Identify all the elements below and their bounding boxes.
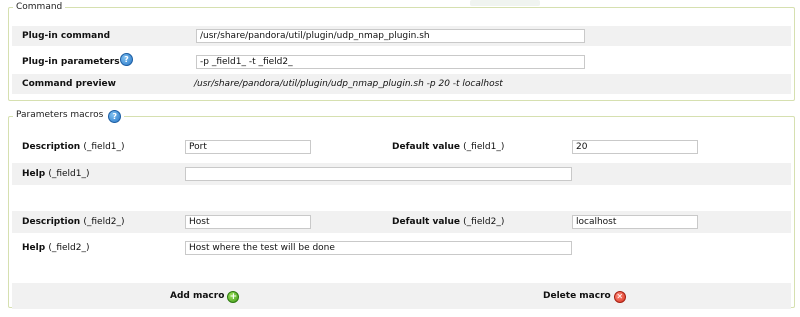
macro2-help-label: Help (_field2_) — [22, 243, 89, 253]
macro2-default-label-text: Default value — [392, 217, 461, 227]
macro2-help-row: Help (_field2_) — [12, 237, 791, 259]
macro1-default-label-text: Default value — [392, 142, 461, 152]
command-preview-row: Command preview /usr/share/pandora/util/… — [12, 74, 791, 94]
delete-macro-label: Delete macro — [543, 291, 611, 301]
plugin-command-input[interactable] — [196, 29, 585, 43]
macro2-description-label-text: Description — [22, 217, 81, 227]
command-preview-label: Command preview — [22, 79, 116, 89]
macros-fieldset: Parameters macros ? Description (_field1… — [8, 110, 795, 309]
macro2-description-row: Description (_field2_) Default value (_f… — [12, 211, 791, 233]
help-icon[interactable]: ? — [108, 110, 122, 123]
macro-spacer-row — [12, 187, 791, 209]
macro1-default-suffix: (_field1_) — [463, 142, 505, 152]
command-preview-value: /usr/share/pandora/util/plugin/udp_nmap_… — [194, 79, 503, 89]
macro2-default-input[interactable] — [572, 215, 698, 229]
add-macro-label: Add macro — [170, 291, 225, 301]
plugin-command-label: Plug-in command — [22, 31, 111, 41]
plugin-command-row: Plug-in command — [12, 26, 791, 46]
macro2-description-suffix: (_field2_) — [83, 217, 125, 227]
macro1-description-input[interactable] — [185, 140, 311, 154]
macro2-default-label: Default value (_field2_) — [392, 217, 504, 227]
add-icon: + — [227, 291, 240, 303]
plugin-parameters-row: Plug-in parameters ? — [12, 52, 791, 72]
add-macro-button[interactable]: Add macro + — [170, 291, 240, 303]
macro1-help-label: Help (_field1_) — [22, 169, 89, 179]
macro1-description-row: Description (_field1_) Default value (_f… — [12, 137, 791, 157]
macro1-description-label: Description (_field1_) — [22, 142, 125, 152]
macros-legend: Parameters macros ? — [13, 110, 124, 123]
macro1-default-label: Default value (_field1_) — [392, 142, 504, 152]
macro2-default-suffix: (_field2_) — [463, 217, 505, 227]
help-icon[interactable]: ? — [120, 53, 133, 66]
macro1-default-input[interactable] — [572, 140, 698, 154]
macros-legend-text: Parameters macros — [16, 110, 104, 120]
command-fieldset: Command Plug-in command Plug-in paramete… — [8, 2, 795, 101]
delete-macro-button[interactable]: Delete macro ✕ — [543, 291, 626, 303]
macro2-description-input[interactable] — [185, 215, 311, 229]
macro2-description-label: Description (_field2_) — [22, 217, 125, 227]
macro-actions-row: Add macro + Delete macro ✕ — [12, 283, 791, 309]
plugin-parameters-label: Plug-in parameters — [22, 57, 120, 67]
macro1-help-label-text: Help — [22, 169, 46, 179]
macro1-description-label-text: Description — [22, 142, 81, 152]
macro1-help-suffix: (_field1_) — [48, 169, 90, 179]
macro2-help-label-text: Help — [22, 243, 46, 253]
command-legend: Command — [16, 2, 63, 12]
macro2-help-suffix: (_field2_) — [48, 243, 90, 253]
plugin-parameters-input[interactable] — [196, 55, 585, 69]
macro1-description-suffix: (_field1_) — [83, 142, 125, 152]
macro1-help-input[interactable] — [185, 167, 572, 181]
macro2-help-input[interactable] — [185, 241, 572, 255]
delete-icon: ✕ — [613, 291, 626, 303]
macro1-help-row: Help (_field1_) — [12, 163, 791, 185]
